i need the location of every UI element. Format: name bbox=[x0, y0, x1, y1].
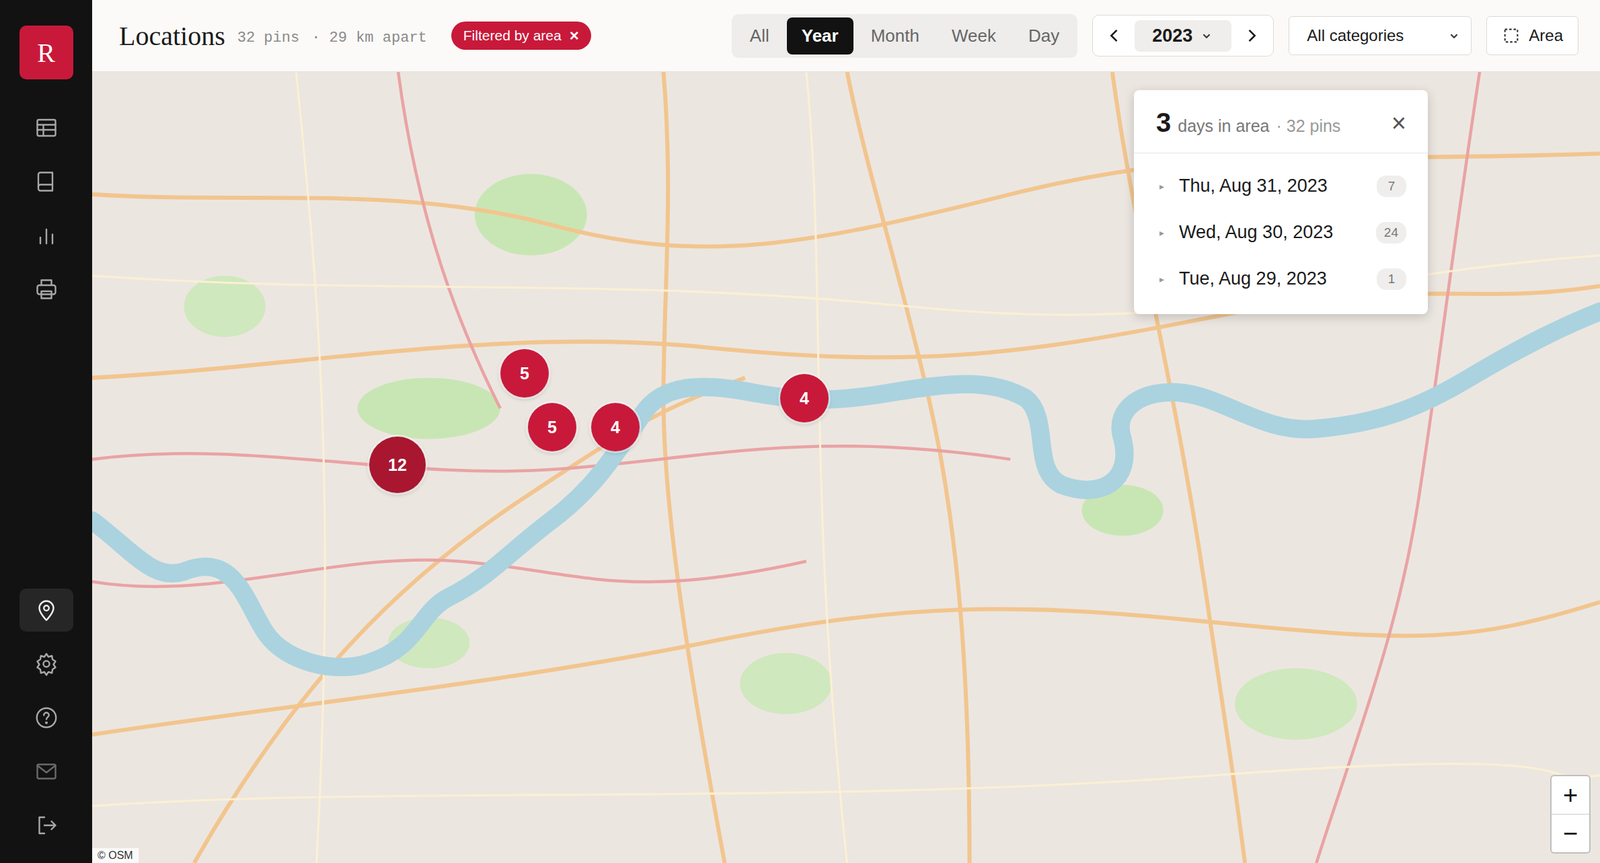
area-panel-header: 3 days in area· 32 pins × bbox=[1133, 90, 1428, 154]
expand-marker[interactable]: ▸ bbox=[1159, 227, 1165, 239]
sidebar-item[interactable] bbox=[19, 749, 74, 793]
day-count-badge: 24 bbox=[1376, 221, 1407, 244]
chevron-left-icon bbox=[1105, 26, 1124, 46]
printer-icon bbox=[34, 277, 59, 302]
distance: · 29 km apart bbox=[311, 29, 428, 47]
sidebar: R bbox=[0, 0, 93, 863]
category-select[interactable]: All categories bbox=[1288, 16, 1472, 56]
sidebar-item[interactable] bbox=[19, 588, 74, 632]
help-icon bbox=[34, 705, 59, 730]
sidebar-item[interactable] bbox=[19, 642, 74, 686]
range-tab[interactable]: All bbox=[735, 17, 785, 55]
title-group: Locations 32 pins · 29 km apart Filtered by… bbox=[119, 20, 592, 52]
sidebar-item[interactable] bbox=[19, 696, 74, 740]
table-icon bbox=[34, 115, 59, 140]
zoom-in-button[interactable]: + bbox=[1551, 776, 1590, 814]
sidebar-item[interactable] bbox=[19, 106, 74, 150]
sidebar-item[interactable] bbox=[19, 267, 74, 311]
day-count-badge: 1 bbox=[1376, 268, 1407, 290]
day-date: Thu, Aug 31, 2023 bbox=[1178, 175, 1328, 197]
pin-count: 32 pins bbox=[237, 29, 300, 47]
area-label: Area bbox=[1528, 26, 1564, 46]
map-pin-cluster[interactable]: 12 bbox=[369, 436, 426, 493]
mail-icon bbox=[34, 759, 59, 784]
panel-pin-count: · 32 pins bbox=[1275, 116, 1341, 136]
area-button[interactable]: Area bbox=[1486, 16, 1579, 56]
day-row[interactable]: ▸ Thu, Aug 31, 2023 7 bbox=[1159, 162, 1407, 210]
day-list: ▸Thu, Aug 31, 20237▸Wed, Aug 30, 202324▸… bbox=[1133, 153, 1428, 315]
app: R Locations 32 pins · 29 km apart Filtered b… bbox=[0, 0, 1600, 863]
zoom-controls: +− bbox=[1550, 774, 1591, 854]
location-pin-icon bbox=[34, 597, 59, 623]
caret-down-icon bbox=[1446, 28, 1462, 44]
map-pin-cluster[interactable]: 5 bbox=[527, 402, 577, 452]
filter-chip[interactable]: Filtered by area × bbox=[451, 21, 592, 50]
expand-marker[interactable]: ▸ bbox=[1159, 273, 1165, 285]
year-nav: 2023 bbox=[1092, 14, 1274, 57]
day-count-badge: 7 bbox=[1376, 175, 1407, 198]
map-pin-cluster[interactable]: 5 bbox=[500, 349, 549, 398]
map-pin-cluster[interactable]: 4 bbox=[591, 402, 640, 452]
attribution[interactable]: © OSM bbox=[92, 848, 139, 863]
year-select[interactable]: 2023 bbox=[1134, 20, 1232, 52]
range-tabs: AllYearMonthWeekDay bbox=[731, 14, 1078, 58]
sidebar-item[interactable] bbox=[19, 160, 74, 204]
range-tab[interactable]: Month bbox=[856, 17, 935, 55]
main: Locations 32 pins · 29 km apart Filtered by… bbox=[92, 0, 1600, 863]
range-tab[interactable]: Week bbox=[936, 17, 1011, 55]
filter-chip-label: Filtered by area bbox=[463, 27, 562, 44]
sidebar-bottom-nav bbox=[19, 588, 74, 847]
logout-icon bbox=[34, 813, 59, 838]
zoom-out-button[interactable]: − bbox=[1551, 813, 1590, 853]
day-date: Wed, Aug 30, 2023 bbox=[1178, 221, 1333, 243]
expand-marker[interactable]: ▸ bbox=[1159, 180, 1165, 192]
chevron-right-icon bbox=[1242, 26, 1262, 46]
caret-down-icon bbox=[1199, 28, 1214, 44]
sidebar-top-nav bbox=[19, 106, 74, 311]
range-tab[interactable]: Year bbox=[786, 17, 854, 55]
year-value: 2023 bbox=[1152, 25, 1193, 47]
map[interactable]: 5544123days in area· 32 pins×▸Thu, Aug 3… bbox=[92, 71, 1600, 863]
gear-icon bbox=[34, 651, 59, 676]
logo[interactable]: R bbox=[19, 25, 74, 80]
page-title: Locations bbox=[119, 20, 226, 52]
next-year-button[interactable] bbox=[1238, 19, 1266, 52]
filter-chip-close[interactable]: × bbox=[569, 26, 580, 46]
day-date: Tue, Aug 29, 2023 bbox=[1178, 268, 1327, 290]
chart-icon bbox=[34, 223, 59, 248]
days-count: 3 bbox=[1156, 107, 1171, 138]
map-pin-cluster[interactable]: 4 bbox=[780, 373, 829, 423]
area-panel: 3 days in area· 32 pins × ▸ Thu, Aug 31, 202… bbox=[1133, 90, 1428, 315]
top-bar: Locations 32 pins · 29 km apart Filtered by… bbox=[92, 0, 1600, 72]
prev-year-button[interactable] bbox=[1100, 19, 1128, 52]
day-row[interactable]: ▸ Wed, Aug 30, 2023 24 bbox=[1159, 209, 1407, 256]
sidebar-item[interactable] bbox=[19, 213, 74, 257]
close-panel-button[interactable]: × bbox=[1391, 110, 1407, 136]
days-label: days in area bbox=[1177, 116, 1270, 136]
category-value: All categories bbox=[1306, 26, 1404, 46]
day-row[interactable]: ▸ Tue, Aug 29, 2023 1 bbox=[1159, 255, 1407, 302]
book-icon bbox=[34, 169, 59, 194]
sidebar-item[interactable] bbox=[19, 803, 74, 847]
range-tab[interactable]: Day bbox=[1013, 17, 1075, 55]
dashed-square-icon bbox=[1501, 26, 1521, 46]
